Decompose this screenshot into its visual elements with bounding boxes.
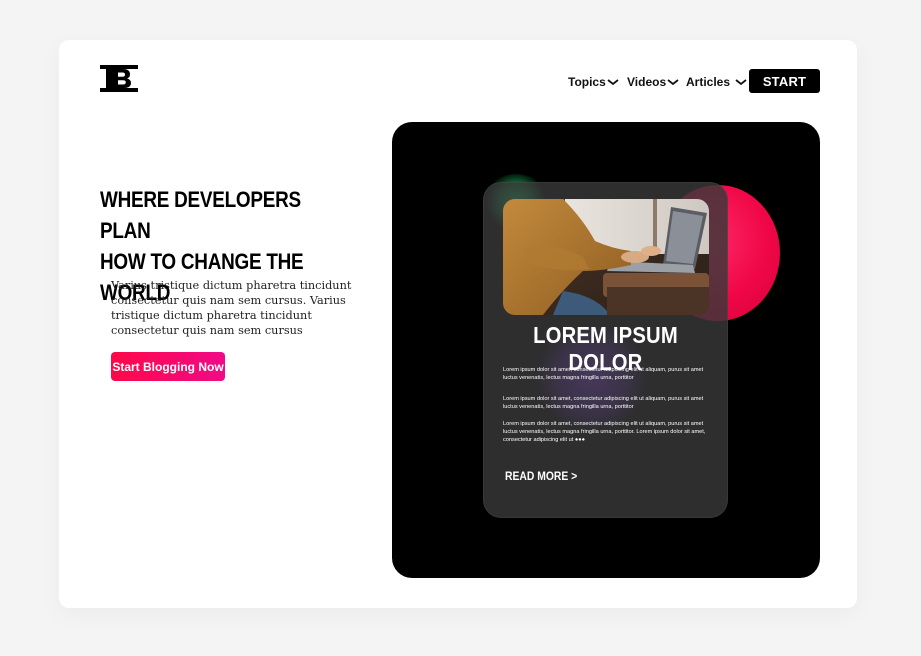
feature-card-paragraph-2: Lorem ipsum dolor sit amet, consectetur … [503,396,704,410]
nav-videos-label: Videos [627,75,667,89]
nav-articles[interactable]: Articles [686,70,747,94]
chevron-down-icon [735,79,747,86]
hero-description: Varius tristique dictum pharetra tincidu… [111,279,352,337]
nav-topics-label: Topics [568,75,606,89]
feature-card-paragraph-1: Lorem ipsum dolor sit amet, consectetur … [503,367,704,381]
chevron-down-icon [607,79,619,86]
brand-logo-icon[interactable] [100,65,138,92]
start-button[interactable]: START [749,69,820,93]
chevron-down-icon [667,79,679,86]
nav-videos[interactable]: Videos [627,70,679,94]
showcase-panel: LOREM IPSUM DOLOR Lorem ipsum dolor sit … [392,122,820,578]
hero-title-line-1: WHERE DEVELOPERS PLAN [100,187,301,243]
nav-articles-label: Articles [686,75,731,89]
feature-card-paragraph-3: Lorem ipsum dolor sit amet, consectetur … [503,421,706,443]
nav-topics[interactable]: Topics [568,70,619,94]
start-blogging-button[interactable]: Start Blogging Now [111,352,225,381]
read-more-link[interactable]: READ MORE > [505,471,577,483]
laptop-typing-photo [503,199,709,315]
